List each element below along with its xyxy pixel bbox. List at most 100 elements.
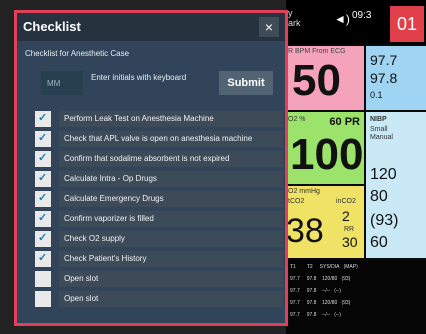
submit-button[interactable]: Submit xyxy=(219,71,273,95)
nibp-panel: NIBP Small Manual 120 80 (93) 60 xyxy=(366,112,426,258)
checkbox[interactable]: ✓ xyxy=(35,231,51,247)
temp-panel: 97.7 97.8 0.1 xyxy=(366,46,426,110)
checklist-item[interactable]: ✓ Calculate Intra - Op Drugs xyxy=(35,171,283,187)
monitor-time: 09:3 xyxy=(352,10,372,21)
checklist-item-label: Open slot xyxy=(64,274,99,283)
checkbox[interactable]: ✓ xyxy=(35,131,51,147)
bed-badge: 01 xyxy=(390,6,424,42)
etco2-label: tCO2 xyxy=(288,198,305,205)
checkbox[interactable] xyxy=(35,291,51,307)
checklist-item-label-box[interactable]: Calculate Emergency Drugs xyxy=(59,191,283,207)
checklist-item-label-box[interactable]: Calculate Intra - Op Drugs xyxy=(59,171,283,187)
checklist-item-label: Confirm that sodalime absorbent is not e… xyxy=(64,154,230,163)
checklist-item-label-box[interactable]: Check that APL valve is open on anesthes… xyxy=(59,131,283,147)
checklist-item-label-box[interactable]: Confirm vaporizer is filled xyxy=(59,211,283,227)
checklist-item[interactable]: ✓ Calculate Emergency Drugs xyxy=(35,191,283,207)
trend-cell: 97.7 xyxy=(290,288,300,294)
checklist-item[interactable]: ✓ Perform Leak Test on Anesthesia Machin… xyxy=(35,111,283,127)
checkmark-icon: ✓ xyxy=(38,252,48,264)
checklist-item-label-box[interactable]: Confirm that sodalime absorbent is not e… xyxy=(59,151,283,167)
trend-cell: 120/80 xyxy=(321,276,338,282)
trend-col-nibp: SYS/DIA xyxy=(319,264,340,270)
trend-row: 97.7 97.8 --/-- (--) xyxy=(290,288,341,294)
etco2-value: 38 xyxy=(286,212,324,250)
checklist-item[interactable]: ✓ Confirm vaporizer is filled xyxy=(35,211,283,227)
trend-cell: 97.7 xyxy=(290,312,300,318)
checklist-item-label: Check Patient's History xyxy=(64,254,147,263)
checklist-subtitle: Checklist for Anesthetic Case xyxy=(25,49,130,58)
checklist-item-label: Perform Leak Test on Anesthesia Machine xyxy=(64,114,214,123)
nibp-label: NIBP xyxy=(370,116,387,123)
checkbox[interactable]: ✓ xyxy=(35,211,51,227)
inco2-label: inCO2 xyxy=(336,198,356,205)
checklist-titlebar: Checklist × xyxy=(17,13,285,41)
monitor-header-text: y ark xyxy=(288,8,301,28)
checklist-item[interactable]: ✓ Check that APL valve is open on anesth… xyxy=(35,131,283,147)
trend-cell: 97.8 xyxy=(306,288,317,294)
trend-cell: (93) xyxy=(341,300,351,306)
rr-value: 30 xyxy=(342,234,358,250)
initials-input[interactable]: MM xyxy=(41,71,83,95)
checkmark-icon: ✓ xyxy=(38,172,48,184)
trend-cell: 97.7 xyxy=(290,276,300,282)
spo2-panel: O2 % 60 PR 100 xyxy=(286,112,364,184)
checklist-item-label-box[interactable]: Perform Leak Test on Anesthesia Machine xyxy=(59,111,283,127)
trend-cell: --/-- xyxy=(321,312,331,318)
temp-2: 97.8 xyxy=(370,70,398,86)
nibp-mode: Manual xyxy=(370,134,393,141)
checkmark-icon: ✓ xyxy=(38,192,48,204)
trend-cell: 97.8 xyxy=(306,300,317,306)
trend-cell: (--) xyxy=(334,288,341,294)
checklist-item-label-box[interactable]: Open slot xyxy=(59,291,283,307)
trend-cell: (93) xyxy=(341,276,351,282)
spo2-pr: 60 PR xyxy=(329,116,360,128)
checkmark-icon: ✓ xyxy=(38,152,48,164)
spo2-value: 100 xyxy=(290,130,364,179)
nibp-pr: 60 xyxy=(370,234,388,251)
nibp-dia: 80 xyxy=(370,188,388,205)
trend-col-t1: T1 xyxy=(290,264,296,270)
initials-hint: Enter initials with keyboard xyxy=(91,73,187,82)
checklist-item[interactable]: ✓ Check O2 supply xyxy=(35,231,283,247)
checkmark-icon: ✓ xyxy=(38,132,48,144)
checkbox[interactable]: ✓ xyxy=(35,111,51,127)
hr-panel: R BPM From ECG 50 xyxy=(286,46,364,110)
trend-cell: 97.8 xyxy=(306,276,317,282)
checklist-item[interactable]: ✓ Check Patient's History xyxy=(35,251,283,267)
checklist-item-label-box[interactable]: Check O2 supply xyxy=(59,231,283,247)
checklist-title: Checklist xyxy=(23,19,81,34)
checkbox[interactable]: ✓ xyxy=(35,151,51,167)
checklist-item[interactable]: Open slot xyxy=(35,291,283,307)
checkbox[interactable]: ✓ xyxy=(35,251,51,267)
temp-diff: 0.1 xyxy=(370,90,383,100)
checklist-item-label: Open slot xyxy=(64,294,99,303)
checklist-item-label: Calculate Emergency Drugs xyxy=(64,194,164,203)
trend-cell: --/-- xyxy=(321,288,331,294)
checklist-dialog: Checklist × Checklist for Anesthetic Cas… xyxy=(14,10,288,326)
checklist-item-label-box[interactable]: Check Patient's History xyxy=(59,251,283,267)
trend-table: T1 T2 SYS/DIA (MAP) 97.7 97.8 120/80 (93… xyxy=(286,260,426,334)
checkbox[interactable]: ✓ xyxy=(35,191,51,207)
trend-col-t2: T2 xyxy=(306,264,313,270)
hr-label: R BPM From ECG xyxy=(288,48,346,55)
checklist-item-label-box[interactable]: Open slot xyxy=(59,271,283,287)
rr-label: RR xyxy=(344,226,355,233)
checkbox[interactable]: ✓ xyxy=(35,171,51,187)
vital-signs-monitor: y ark ◄) 09:3 01 R BPM From ECG 50 97.7 … xyxy=(286,0,426,334)
monitor-header: y ark ◄) 09:3 01 xyxy=(286,0,426,44)
checkmark-icon: ✓ xyxy=(38,212,48,224)
co2-label: O2 mmHg xyxy=(288,188,320,195)
checklist-item[interactable]: Open slot xyxy=(35,271,283,287)
close-icon[interactable]: × xyxy=(259,17,279,37)
checkmark-icon: ✓ xyxy=(38,112,48,124)
checklist-item-label: Confirm vaporizer is filled xyxy=(64,214,154,223)
checkbox[interactable] xyxy=(35,271,51,287)
speaker-icon[interactable]: ◄) xyxy=(334,12,350,26)
checklist-item[interactable]: ✓ Confirm that sodalime absorbent is not… xyxy=(35,151,283,167)
trend-cell: 97.7 xyxy=(290,300,300,306)
screen: y ark ◄) 09:3 01 R BPM From ECG 50 97.7 … xyxy=(0,0,426,334)
nibp-cuff: Small xyxy=(370,126,388,133)
nibp-map: (93) xyxy=(370,212,399,229)
checklist-item-label: Check O2 supply xyxy=(64,234,125,243)
checkmark-icon: ✓ xyxy=(38,232,48,244)
